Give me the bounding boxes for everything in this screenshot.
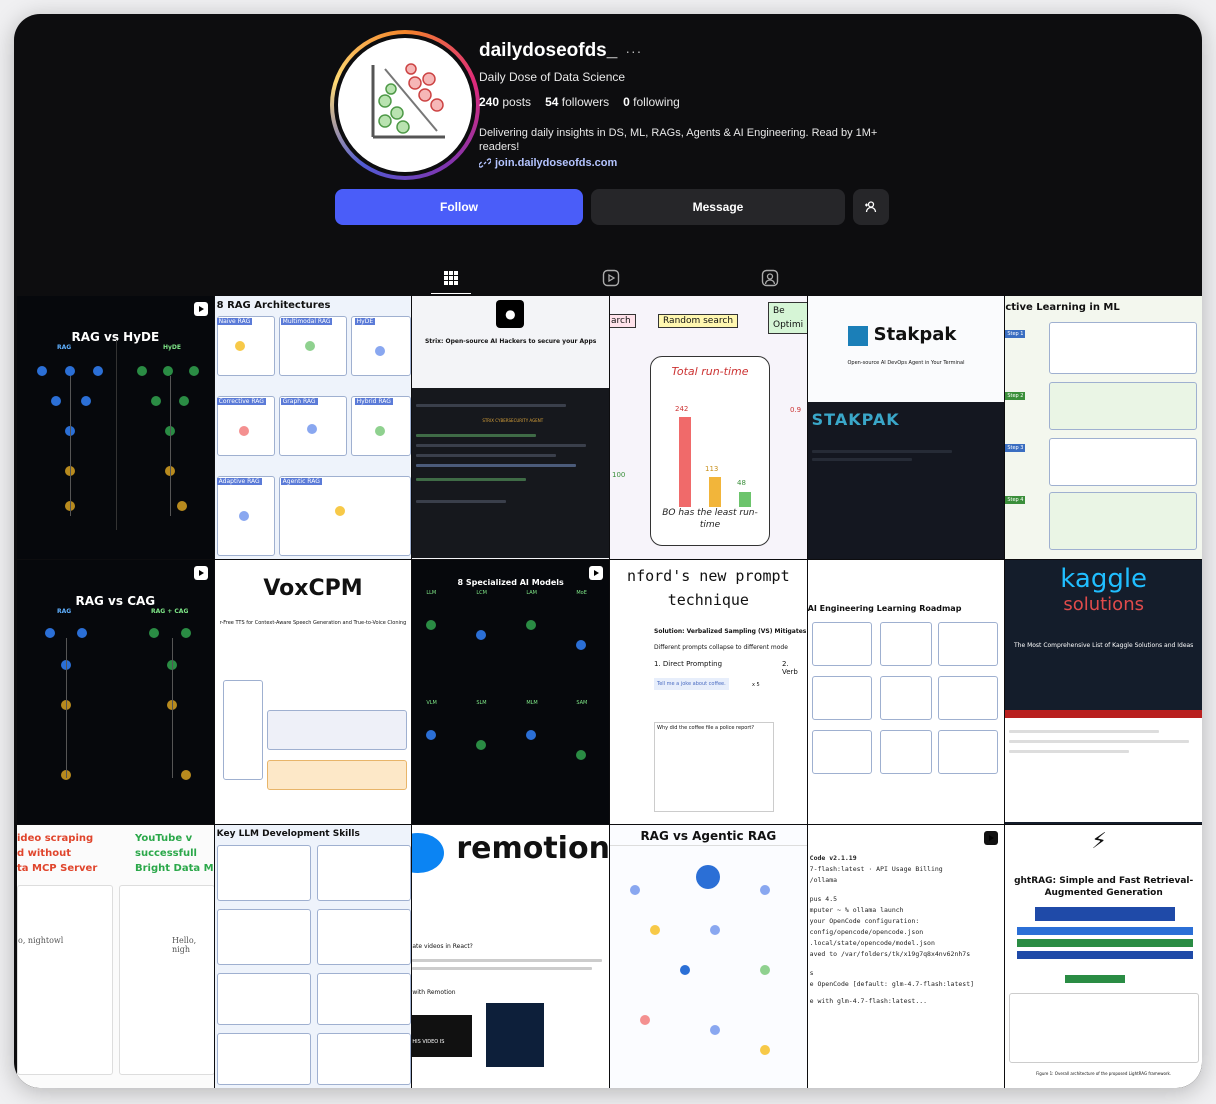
post-subtitle: solutions [1063,594,1144,616]
post-subtitle: RAG [57,608,72,616]
post-tile[interactable]: ⚡ ghtRAG: Simple and Fast Retrieval-Augm… [1005,824,1202,1088]
profile-link[interactable]: join.dailydoseofds.com [479,157,899,169]
post-tile[interactable]: AI Engineering Learning Roadmap [807,560,1005,824]
post-tile[interactable]: ctive Learning in ML Step 1 Step 2 Step … [1005,296,1202,560]
posts-grid-icon [444,270,458,285]
post-tile[interactable]: VoxCPM r-Free TTS for Context-Aware Spee… [214,560,412,824]
post-subtitle: RAG + CAG [151,608,189,616]
post-title: AI Engineering Learning Roadmap [807,604,962,614]
post-title: VoxCPM [263,576,363,602]
profile-avatar-ring[interactable] [330,30,480,180]
tab-tagged[interactable] [750,262,790,294]
suggest-users-button[interactable] [853,189,889,225]
post-title: kaggle [1060,564,1148,595]
profile-username: dailydoseofds_ [479,40,618,61]
profile-tabs [14,262,1202,294]
link-icon [479,158,491,168]
pikachu-icon: ⚡ [1091,828,1107,854]
more-options-icon[interactable]: ··· [625,43,642,59]
strix-logo-icon: ● [496,300,525,328]
reel-icon [193,302,208,316]
post-tile[interactable]: arch Random search Be Optimi Total run-ti… [610,296,807,560]
profile-info: dailydoseofds_ ··· Daily Dose of Data Sc… [479,40,899,169]
post-title: Strix: Open-source AI Hackers to secure … [424,338,597,345]
post-subtitle: RAG [57,344,72,351]
reel-icon [984,830,999,845]
followers-stat[interactable]: 54 followers [545,95,609,109]
post-tile[interactable]: ideo scraping d without ta MCP Server YouT… [17,824,214,1088]
post-tile[interactable]: Key LLM Development Skills [214,824,412,1088]
post-title: ctive Learning in ML [1005,302,1120,313]
post-title: Stakpak [873,324,957,345]
add-user-icon [865,201,877,213]
post-title: nford's new prompt technique [627,567,790,610]
post-title: 8 RAG Architectures [216,300,331,311]
post-tile[interactable]: nford's new prompt technique Solution: V… [610,560,807,824]
post-tile[interactable]: kaggle solutions The Most Comprehensive … [1005,560,1202,824]
post-subtitle: Open-source AI DevOps Agent in Your Term… [847,360,965,366]
post-tile[interactable]: RAG vs CAG RAG RAG + CAG [17,560,214,824]
profile-actions: Follow Message [335,189,889,225]
post-title: RAG vs CAG [75,594,156,609]
post-tile[interactable]: Stakpak Open-source AI DevOps Agent in Y… [807,296,1005,560]
posts-stat: 240 posts [479,95,532,109]
message-button[interactable]: Message [591,189,845,225]
reel-icon [193,566,208,581]
tab-posts[interactable] [431,262,471,294]
posts-grid: RAG vs HyDE RAG HyDE 8 RAG Architectures… [17,296,1202,1088]
post-tile[interactable]: RAG vs Agentic RAG [610,824,807,1088]
post-tile[interactable]: remotion ate videos in React? with Remot… [412,824,609,1088]
post-title: Key LLM Development Skills [216,828,360,839]
remotion-logo-icon [412,832,445,873]
reels-icon [602,269,620,287]
post-title: ghtRAG: Simple and Fast Retrieval-Augmen… [1014,875,1194,898]
post-tile[interactable]: 8 RAG Architectures Naive RAG Multimodal… [214,296,412,560]
profile-full-name: Daily Dose of Data Science [479,70,626,84]
post-tile[interactable]: 8 Specialized AI Models LLM LCM LAM MoE … [412,560,609,824]
profile-window: dailydoseofds_ ··· Daily Dose of Data Sc… [14,14,1202,1088]
following-stat[interactable]: 0 following [623,95,680,109]
avatar [338,38,472,172]
post-tile[interactable]: RAG vs HyDE RAG HyDE [17,296,214,560]
profile-link-text[interactable]: join.dailydoseofds.com [495,157,617,169]
post-tile[interactable]: ● Strix: Open-source AI Hackers to secur… [412,296,609,560]
tagged-icon [761,269,779,287]
post-title: RAG vs Agentic RAG [640,828,777,843]
follow-button[interactable]: Follow [335,189,583,225]
post-tile[interactable]: Code v2.1.19 7-flash:latest · API Usage … [807,824,1005,1088]
post-subtitle: HyDE [163,344,182,351]
post-subtitle: r-Free TTS for Context-Aware Speech Gene… [219,620,407,627]
profile-stats: 240 posts 54 followers 0 following [479,95,899,109]
scatter-logo-icon [371,63,445,139]
tab-reels[interactable] [591,262,631,294]
post-title: 8 Specialized AI Models [457,578,564,588]
stakpak-logo-icon [847,326,868,346]
profile-bio: Delivering daily insights in DS, ML, RAG… [479,127,878,153]
post-title: remotion [456,830,609,866]
